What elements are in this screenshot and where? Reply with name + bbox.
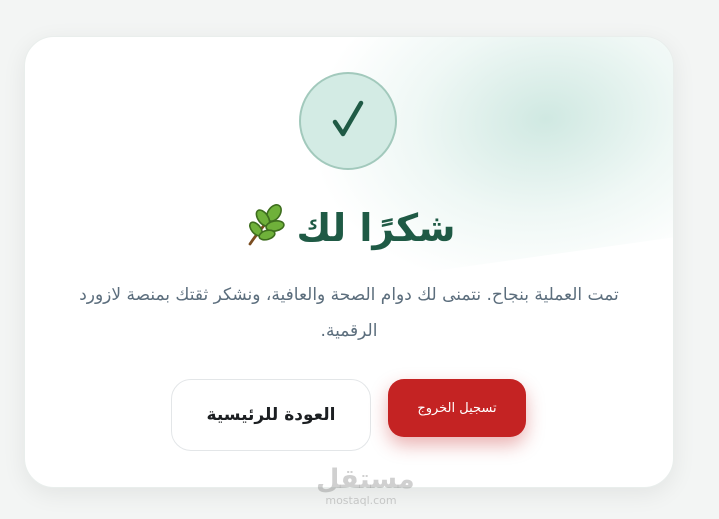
checkmark-icon [331, 99, 365, 143]
title-row: شكرًا لك [25, 202, 673, 254]
herb-leaf-icon [243, 204, 287, 252]
watermark-domain: mostaql.com [325, 494, 397, 507]
watermark: مستقل mostaql.com [316, 464, 415, 508]
success-badge [299, 72, 397, 170]
back-to-home-button[interactable]: العودة للرئيسية [171, 379, 371, 451]
page-title: شكرًا لك [296, 206, 456, 250]
success-message: تمت العملية بنجاح. نتمنى لك دوام الصحة و… [79, 285, 619, 341]
logout-button[interactable]: تسجيل الخروج [388, 379, 526, 437]
thank-you-card: شكرًا لك تمت العملية بنجاح. نتمنى لك دوا… [24, 36, 674, 488]
watermark-brand: مستقل [316, 464, 415, 495]
